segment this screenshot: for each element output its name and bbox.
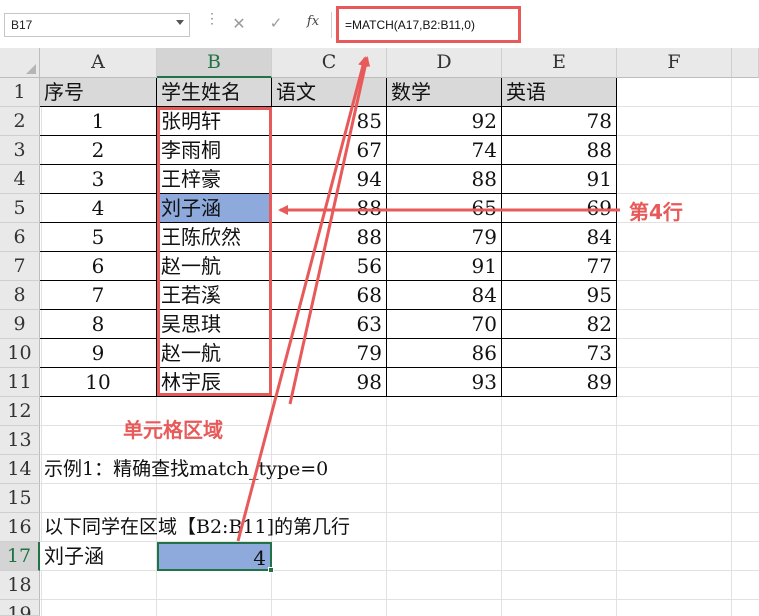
table-cell-english[interactable]: 91 bbox=[502, 165, 617, 194]
row-header-17[interactable]: 17 bbox=[0, 542, 40, 571]
table-cell-chinese[interactable]: 98 bbox=[272, 368, 387, 397]
table-cell-id[interactable]: 9 bbox=[40, 339, 157, 368]
column-header-a[interactable]: A bbox=[40, 48, 157, 78]
lookup-question[interactable]: 以下同学在区域【B2:B11]的第几行 bbox=[40, 513, 440, 542]
annotation-region-label: 单元格区域 bbox=[123, 418, 223, 442]
fill-handle[interactable] bbox=[268, 567, 274, 573]
table-cell-id[interactable]: 5 bbox=[40, 223, 157, 252]
formula-input[interactable]: =MATCH(A17,B2:B11,0) bbox=[336, 6, 521, 43]
table-cell-math[interactable]: 74 bbox=[387, 136, 502, 165]
row-header-18[interactable]: 18 bbox=[0, 571, 40, 600]
row-header-14[interactable]: 14 bbox=[0, 455, 40, 484]
header-cell-name[interactable]: 学生姓名 bbox=[157, 78, 272, 107]
row-header-6[interactable]: 6 bbox=[0, 223, 40, 252]
spreadsheet-grid: A B C D E F 1 2 3 4 5 6 7 8 9 10 11 12 1… bbox=[0, 48, 759, 616]
table-cell-chinese[interactable]: 88 bbox=[272, 194, 387, 223]
row-header-1[interactable]: 1 bbox=[0, 78, 40, 107]
table-cell-chinese[interactable]: 79 bbox=[272, 339, 387, 368]
lookup-name-cell[interactable]: 刘子涵 bbox=[40, 542, 157, 571]
annotation-row-label: 第4行 bbox=[629, 200, 683, 224]
table-cell-math[interactable]: 86 bbox=[387, 339, 502, 368]
table-cell-id[interactable]: 2 bbox=[40, 136, 157, 165]
column-header-e[interactable]: E bbox=[502, 48, 617, 78]
table-cell-chinese[interactable]: 94 bbox=[272, 165, 387, 194]
table-cell-chinese[interactable]: 88 bbox=[272, 223, 387, 252]
column-header-c[interactable]: C bbox=[272, 48, 387, 78]
row-header-5[interactable]: 5 bbox=[0, 194, 40, 223]
name-box[interactable]: B17 bbox=[4, 13, 190, 37]
table-cell-english[interactable]: 69 bbox=[502, 194, 617, 223]
result-cell-active[interactable]: 4 bbox=[157, 542, 272, 571]
table-cell-id[interactable]: 7 bbox=[40, 281, 157, 310]
table-cell-chinese[interactable]: 56 bbox=[272, 252, 387, 281]
table-cell-chinese[interactable]: 68 bbox=[272, 281, 387, 310]
header-cell-math[interactable]: 数学 bbox=[387, 78, 502, 107]
row-header-7[interactable]: 7 bbox=[0, 252, 40, 281]
check-icon[interactable]: ✓ bbox=[266, 14, 286, 34]
row-header-3[interactable]: 3 bbox=[0, 136, 40, 165]
table-cell-math[interactable]: 84 bbox=[387, 281, 502, 310]
table-cell-chinese[interactable]: 67 bbox=[272, 136, 387, 165]
column-header-f[interactable]: F bbox=[617, 48, 732, 78]
row-header-11[interactable]: 11 bbox=[0, 368, 40, 397]
row-header-16[interactable]: 16 bbox=[0, 513, 40, 542]
table-cell-id[interactable]: 6 bbox=[40, 252, 157, 281]
table-cell-english[interactable]: 88 bbox=[502, 136, 617, 165]
row-header-13[interactable]: 13 bbox=[0, 426, 40, 455]
table-cell-english[interactable]: 82 bbox=[502, 310, 617, 339]
table-cell-english[interactable]: 95 bbox=[502, 281, 617, 310]
table-cell-chinese[interactable]: 85 bbox=[272, 107, 387, 136]
row-header-4[interactable]: 4 bbox=[0, 165, 40, 194]
row-header-12[interactable]: 12 bbox=[0, 397, 40, 426]
highlight-region-b2-b11 bbox=[157, 107, 272, 396]
column-header-d[interactable]: D bbox=[387, 48, 502, 78]
table-cell-math[interactable]: 79 bbox=[387, 223, 502, 252]
row-header-15[interactable]: 15 bbox=[0, 484, 40, 513]
table-cell-math[interactable]: 91 bbox=[387, 252, 502, 281]
header-cell-chinese[interactable]: 语文 bbox=[272, 78, 387, 107]
table-cell-math[interactable]: 93 bbox=[387, 368, 502, 397]
table-cell-math[interactable]: 92 bbox=[387, 107, 502, 136]
cancel-icon[interactable]: ✕ bbox=[229, 14, 249, 34]
table-cell-id[interactable]: 4 bbox=[40, 194, 157, 223]
table-cell-math[interactable]: 65 bbox=[387, 194, 502, 223]
row-header-9[interactable]: 9 bbox=[0, 310, 40, 339]
table-cell-id[interactable]: 10 bbox=[40, 368, 157, 397]
row-header-8[interactable]: 8 bbox=[0, 281, 40, 310]
row-header-10[interactable]: 10 bbox=[0, 339, 40, 368]
table-cell-english[interactable]: 73 bbox=[502, 339, 617, 368]
table-cell-chinese[interactable]: 63 bbox=[272, 310, 387, 339]
row-header-2[interactable]: 2 bbox=[0, 107, 40, 136]
header-cell-id[interactable]: 序号 bbox=[40, 78, 157, 107]
header-cell-english[interactable]: 英语 bbox=[502, 78, 617, 107]
divider bbox=[331, 12, 332, 38]
row-header-19[interactable]: 19 bbox=[0, 600, 40, 616]
drag-handle-icon[interactable]: ⋮ bbox=[205, 11, 219, 35]
table-cell-id[interactable]: 1 bbox=[40, 107, 157, 136]
table-cell-english[interactable]: 89 bbox=[502, 368, 617, 397]
example-title[interactable]: 示例1：精确查找match_type=0 bbox=[40, 455, 440, 484]
table-cell-id[interactable]: 3 bbox=[40, 165, 157, 194]
insert-function-icon[interactable]: fx bbox=[302, 14, 324, 34]
table-cell-english[interactable]: 84 bbox=[502, 223, 617, 252]
select-all-corner[interactable] bbox=[0, 48, 40, 78]
table-cell-math[interactable]: 70 bbox=[387, 310, 502, 339]
table-cell-english[interactable]: 78 bbox=[502, 107, 617, 136]
chevron-down-icon[interactable] bbox=[176, 20, 184, 25]
table-cell-id[interactable]: 8 bbox=[40, 310, 157, 339]
formula-bar: B17 ⋮ ✕ ✓ fx =MATCH(A17,B2:B11,0) bbox=[0, 0, 759, 48]
column-header-g[interactable] bbox=[732, 48, 759, 78]
column-header-b[interactable]: B bbox=[157, 48, 272, 78]
table-cell-math[interactable]: 88 bbox=[387, 165, 502, 194]
table-cell-english[interactable]: 77 bbox=[502, 252, 617, 281]
